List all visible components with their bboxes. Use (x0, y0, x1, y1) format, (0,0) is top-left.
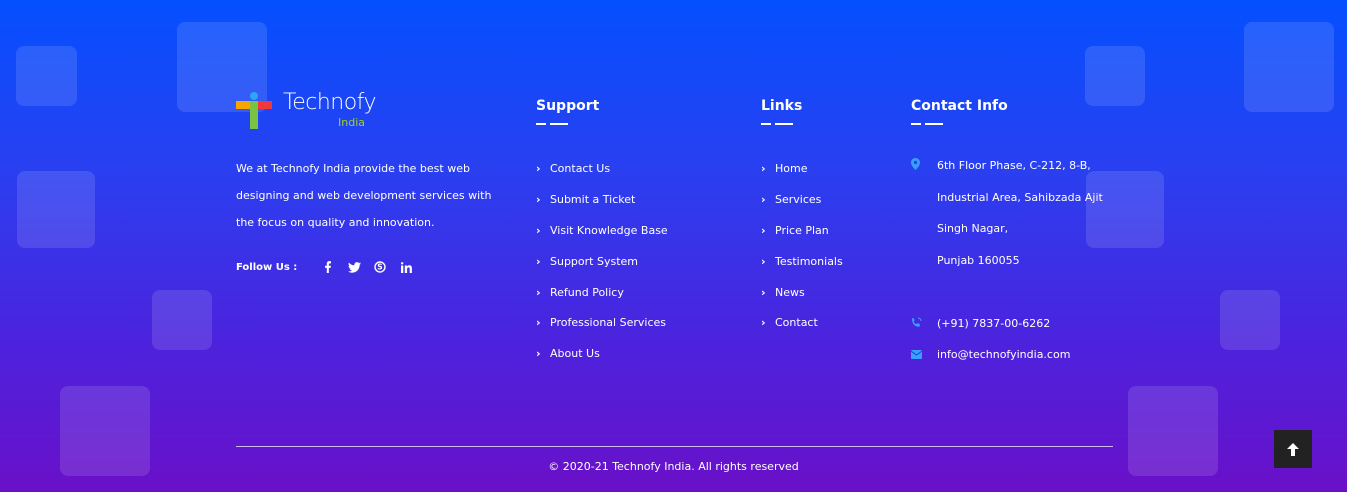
links-link[interactable]: › Price Plan (761, 216, 843, 247)
links-link-label: Price Plan (775, 223, 829, 237)
chevron-right-icon: › (536, 254, 541, 268)
links-link-label: Services (775, 193, 822, 207)
chevron-right-icon: › (761, 254, 766, 268)
decor-square (1244, 22, 1334, 112)
support-link-label: Professional Services (550, 316, 666, 330)
brand-name: Technofy (283, 90, 377, 115)
contact-info: 6th Floor Phase, C-212, 8-B, Industrial A… (910, 154, 1103, 374)
linkedin-icon[interactable] (399, 260, 413, 274)
facebook-icon[interactable] (321, 260, 335, 274)
email-address[interactable]: info@technofyindia.com (937, 343, 1070, 374)
chevron-right-icon: › (761, 193, 766, 207)
envelope-icon (910, 343, 937, 374)
contact-title: Contact Info (911, 98, 1008, 114)
support-link[interactable]: › Submit a Ticket (536, 185, 668, 216)
links-title: Links (761, 98, 803, 114)
support-link[interactable]: › Visit Knowledge Base (536, 216, 668, 247)
decor-square (17, 171, 95, 248)
address-line: Industrial Area, Sahibzada Ajit (937, 190, 1103, 204)
chevron-right-icon: › (761, 316, 766, 330)
arrow-up-icon (1287, 442, 1299, 456)
email-row: info@technofyindia.com (910, 343, 1103, 374)
decor-square (16, 46, 77, 106)
links-list: › Home › Services › Price Plan › Testimonials › N… (761, 154, 843, 339)
skype-icon[interactable]: S (373, 260, 387, 274)
chevron-right-icon: › (761, 162, 766, 176)
chevron-right-icon: › (536, 223, 541, 237)
phone-number[interactable]: (+91) 7837-00-6262 (937, 312, 1050, 343)
chevron-right-icon: › (536, 316, 541, 330)
support-link-label: Submit a Ticket (550, 193, 636, 207)
chevron-right-icon: › (761, 223, 766, 237)
follow-us: Follow Us : S (236, 260, 413, 274)
links-link[interactable]: › News (761, 277, 843, 308)
support-link-label: Contact Us (550, 162, 611, 176)
phone-row: (+91) 7837-00-6262 (911, 312, 1103, 343)
logo-mark-icon (236, 92, 272, 129)
support-link[interactable]: › Professional Services (536, 308, 668, 339)
links-link-label: Home (775, 162, 808, 176)
links-link-label: News (775, 285, 805, 299)
twitter-icon[interactable] (347, 260, 361, 274)
chevron-right-icon: › (761, 285, 766, 299)
support-link[interactable]: › About Us (536, 339, 668, 370)
links-underline (761, 123, 793, 125)
links-link[interactable]: › Contact (761, 308, 843, 339)
decor-square (1085, 46, 1145, 106)
support-link[interactable]: › Support System (536, 246, 668, 277)
support-list: › Contact Us › Submit a Ticket › Visit Knowle… (536, 154, 668, 370)
chevron-right-icon: › (536, 285, 541, 299)
follow-label: Follow Us : (236, 261, 298, 273)
address: 6th Floor Phase, C-212, 8-B, Industrial A… (937, 154, 1103, 281)
chevron-right-icon: › (536, 347, 541, 361)
about-text: We at Technofy India provide the best we… (236, 162, 492, 229)
support-link[interactable]: › Contact Us (536, 154, 668, 185)
address-row: 6th Floor Phase, C-212, 8-B, Industrial A… (911, 154, 1103, 281)
chevron-right-icon: › (536, 193, 541, 207)
support-link[interactable]: › Refund Policy (536, 277, 668, 308)
scroll-to-top-button[interactable] (1274, 430, 1312, 468)
footer-divider (236, 446, 1113, 447)
links-link-label: Testimonials (775, 254, 843, 268)
address-line: 6th Floor Phase, C-212, 8-B, (937, 159, 1091, 172)
decor-square (1220, 290, 1280, 350)
links-link[interactable]: › Home (761, 154, 843, 185)
brand-logo[interactable]: Technofy India (236, 90, 396, 131)
links-link[interactable]: › Services (761, 185, 843, 216)
decor-square (152, 290, 212, 350)
chevron-right-icon: › (536, 162, 541, 176)
address-line: Punjab 160055 (937, 254, 1020, 268)
support-underline (536, 123, 568, 125)
svg-text:S: S (378, 263, 383, 272)
support-title: Support (536, 98, 600, 114)
phone-icon (911, 312, 937, 343)
brand-sub: India (338, 116, 365, 129)
links-link-label: Contact (775, 316, 818, 330)
support-link-label: Visit Knowledge Base (550, 223, 668, 237)
copyright: © 2020-21 Technofy India. All rights res… (548, 460, 799, 473)
support-link-label: About Us (550, 347, 600, 361)
support-link-label: Support System (550, 254, 638, 268)
support-link-label: Refund Policy (550, 285, 624, 299)
contact-underline (911, 123, 943, 125)
address-line: Singh Nagar, (937, 222, 1009, 236)
links-link[interactable]: › Testimonials (761, 246, 843, 277)
location-pin-icon (911, 154, 937, 281)
